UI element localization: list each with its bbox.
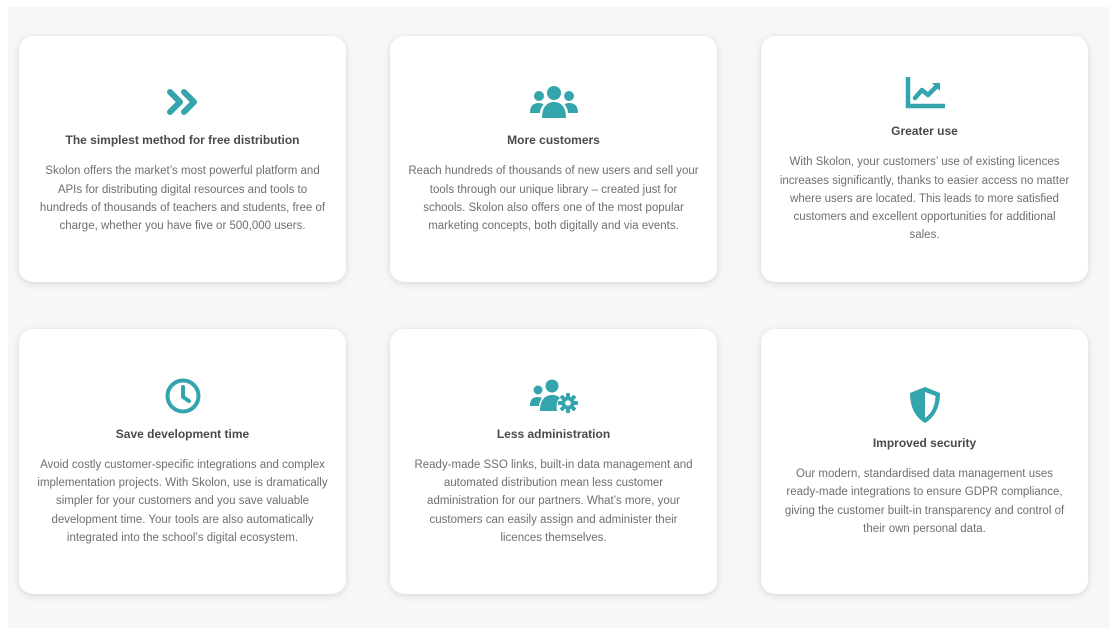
shield-icon	[900, 385, 950, 425]
users-cog-icon	[529, 376, 579, 416]
feature-card-improved-security: Improved security Our modern, standardis…	[761, 329, 1088, 594]
feature-title: Greater use	[891, 124, 958, 139]
chart-line-icon	[900, 73, 950, 113]
double-chevron-right-icon	[158, 82, 208, 122]
feature-description: Our modern, standardised data management…	[784, 467, 1065, 535]
feature-title: Less administration	[496, 426, 611, 441]
feature-title: The simplest method for free distributio…	[65, 133, 300, 148]
users-group-icon	[529, 82, 579, 122]
clock-icon	[158, 376, 208, 416]
feature-title: Save development time	[115, 426, 250, 441]
feature-description: With Skolon, your customers’ use of exis…	[779, 156, 1070, 242]
feature-description: Avoid costly customer-specific integrati…	[37, 458, 328, 544]
feature-card-greater-use: Greater use With Skolon, your customers’…	[761, 36, 1088, 282]
feature-card-less-administration: Less administration Ready-made SSO links…	[390, 329, 717, 594]
feature-card-save-development-time: Save development time Avoid costly custo…	[19, 329, 346, 594]
feature-title: More customers	[507, 133, 600, 148]
features-section: The simplest method for free distributio…	[8, 7, 1110, 628]
feature-title: Improved security	[872, 435, 977, 450]
feature-description: Reach hundreds of thousands of new users…	[408, 165, 699, 233]
feature-card-free-distribution: The simplest method for free distributio…	[19, 36, 346, 282]
feature-description: Skolon offers the market’s most powerful…	[39, 165, 326, 233]
feature-description: Ready-made SSO links, built-in data mana…	[414, 458, 693, 544]
feature-card-more-customers: More customers Reach hundreds of thousan…	[390, 36, 717, 282]
